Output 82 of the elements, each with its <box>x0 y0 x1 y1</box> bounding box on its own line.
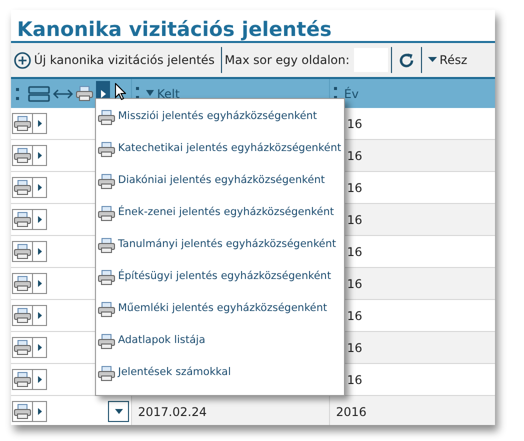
column-header[interactable]: Év <box>344 85 359 103</box>
printer-icon <box>98 206 115 220</box>
year-cell-text: 2016 <box>336 404 367 420</box>
caret-right-icon <box>38 376 42 383</box>
details-dropdown[interactable]: Rész <box>424 51 470 69</box>
print-button[interactable] <box>12 241 33 262</box>
year-cell-text: 16 <box>347 148 362 164</box>
print-button[interactable] <box>12 177 33 198</box>
printer-icon <box>98 270 115 284</box>
printer-icon <box>14 340 31 355</box>
expand-button[interactable] <box>33 337 47 358</box>
menu-item[interactable]: Tanulmányi jelentés egyházközségenként <box>96 229 344 261</box>
printer-icon <box>98 142 115 156</box>
caret-right-icon <box>38 120 42 127</box>
year-cell-text: 16 <box>347 372 362 388</box>
expand-button[interactable] <box>33 113 47 134</box>
printer-icon <box>98 302 115 316</box>
double-arrow-icon[interactable] <box>53 88 73 98</box>
menu-item[interactable]: Jelentések számokkal <box>96 357 344 389</box>
printer-icon <box>14 244 31 259</box>
print-button[interactable] <box>12 145 33 166</box>
printer-icon <box>14 116 31 131</box>
expand-button[interactable] <box>33 209 47 230</box>
printer-icon <box>98 238 115 252</box>
row-dropdown-button[interactable] <box>108 401 129 422</box>
printer-icon <box>98 110 115 124</box>
caret-right-icon <box>38 312 42 319</box>
print-button[interactable] <box>12 113 33 134</box>
print-button[interactable] <box>12 401 33 422</box>
print-button[interactable] <box>12 305 33 326</box>
menu-item[interactable]: Katechetikai jelentés egyházközségenként <box>96 133 344 165</box>
year-cell-text: 16 <box>347 276 362 292</box>
caret-right-icon <box>38 344 42 351</box>
year-cell-text: 16 <box>347 180 362 196</box>
expand-button[interactable] <box>33 177 47 198</box>
caret-right-icon <box>38 152 42 159</box>
print-button[interactable] <box>12 369 33 390</box>
year-cell-text: 16 <box>347 244 362 260</box>
caret-down-icon <box>428 57 437 63</box>
expand-button[interactable] <box>33 401 47 422</box>
expand-button[interactable] <box>33 273 47 294</box>
print-button[interactable] <box>12 273 33 294</box>
plus-icon <box>14 52 31 68</box>
printer-icon <box>98 334 115 348</box>
caret-right-icon <box>38 248 42 255</box>
year-cell-text: 16 <box>347 116 362 132</box>
printer-icon <box>14 404 31 419</box>
menu-item[interactable]: Diakóniai jelentés egyházközségenként <box>96 165 344 197</box>
year-cell-text: 16 <box>347 308 362 324</box>
printer-icon <box>76 86 93 101</box>
printer-icon <box>14 180 31 195</box>
printer-icon <box>14 372 31 387</box>
expand-button[interactable] <box>33 369 47 390</box>
caret-right-icon <box>38 280 42 287</box>
printer-icon <box>98 366 115 380</box>
year-cell-text: 16 <box>347 212 362 228</box>
expand-button[interactable] <box>33 305 47 326</box>
refresh-icon <box>398 52 415 68</box>
menu-item[interactable]: Építésügyi jelentés egyházközségenként <box>96 261 344 293</box>
menu-item[interactable]: Ének-zenei jelentés egyházközségenként <box>96 197 344 229</box>
caret-right-icon <box>38 184 42 191</box>
date-cell-text: 2017.02.24 <box>138 404 207 420</box>
print-button[interactable] <box>12 337 33 358</box>
drag-handle-icon[interactable] <box>16 88 19 100</box>
print-button[interactable] <box>12 209 33 230</box>
printer-icon <box>14 148 31 163</box>
menu-item[interactable]: Műemléki jelentés egyházközségenként <box>96 293 344 325</box>
rows-icon[interactable] <box>28 86 50 102</box>
page-size-label: Max sor egy oldalon: <box>224 52 350 69</box>
printer-icon <box>14 212 31 227</box>
caret-right-icon <box>38 408 42 415</box>
printer-icon <box>98 174 115 188</box>
caret-down-icon <box>114 409 122 414</box>
menu-item[interactable]: Missziói jelentés egyházközségenként <box>96 101 344 133</box>
menu-item[interactable]: Adatlapok listája <box>96 325 344 357</box>
expand-button[interactable] <box>33 241 47 262</box>
printer-icon <box>14 308 31 323</box>
caret-right-icon <box>38 216 42 223</box>
year-cell-text: 16 <box>347 340 362 356</box>
new-report-button[interactable]: Új kanonika vizitációs jelentés <box>11 51 218 69</box>
printer-icon <box>14 276 31 291</box>
expand-button[interactable] <box>33 145 47 166</box>
